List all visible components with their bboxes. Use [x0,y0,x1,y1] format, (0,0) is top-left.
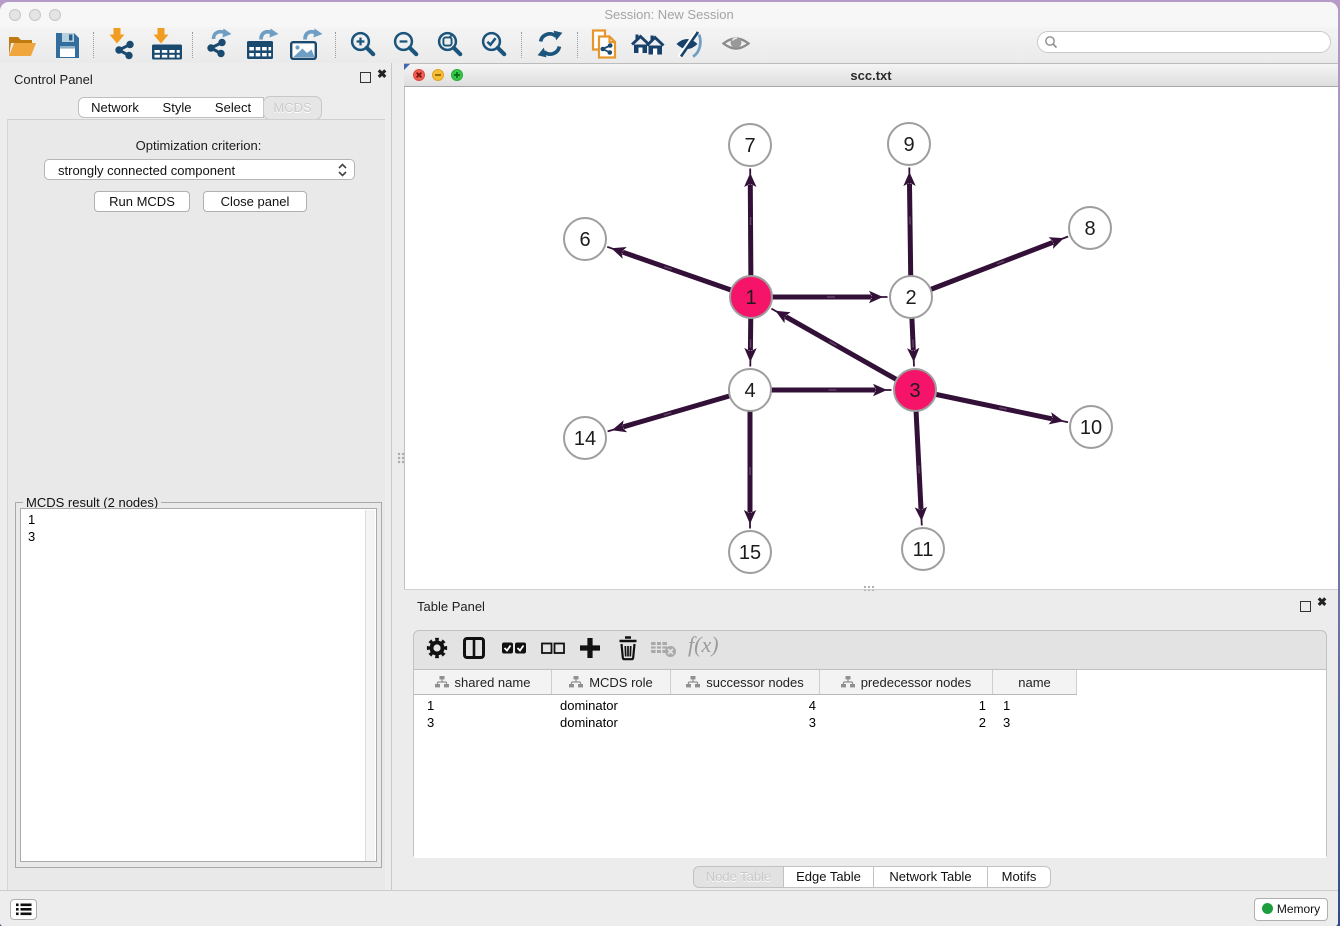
svg-text:11: 11 [913,539,934,561]
svg-text:10: 10 [1080,417,1102,439]
svg-text:2: 2 [905,287,916,309]
svg-text:1: 1 [745,287,756,309]
svg-text:3: 3 [909,380,920,402]
svg-text:9: 9 [903,134,914,156]
svg-text:6: 6 [579,229,590,251]
svg-text:8: 8 [1084,218,1095,240]
svg-text:14: 14 [574,428,596,450]
svg-text:7: 7 [744,135,755,157]
svg-text:15: 15 [739,542,761,564]
svg-text:4: 4 [744,380,755,402]
